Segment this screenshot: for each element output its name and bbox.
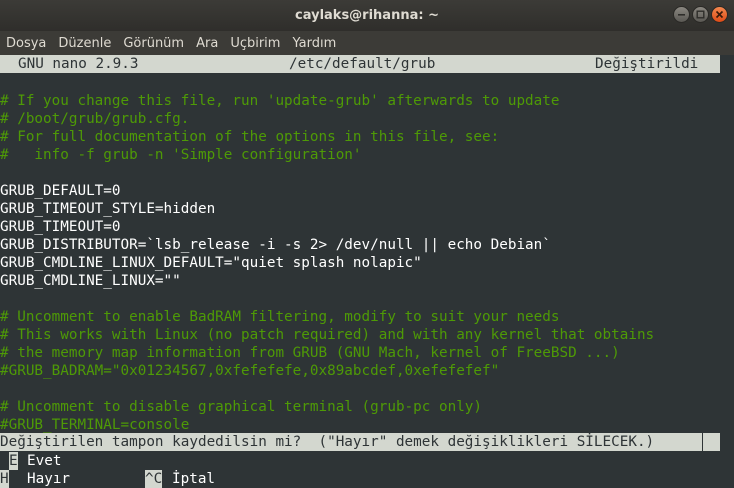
save-prompt: Değiştirilen tampon kaydedilsin mi? ("Ha…	[0, 433, 702, 451]
nano-status: Değiştirildi	[595, 56, 699, 72]
minimize-icon	[678, 14, 685, 16]
shortcut-label-cancel[interactable]: İptal	[172, 470, 215, 488]
answer-popup: Evet Hayır	[20, 452, 132, 488]
editor-line[interactable]: # Uncomment to disable graphical termina…	[0, 398, 482, 416]
editor-line[interactable]: # This works with Linux (no patch requir…	[0, 326, 654, 344]
menu-yardim[interactable]: Yardım	[286, 36, 342, 51]
menu-dosya[interactable]: Dosya	[0, 36, 52, 51]
menu-bar: Dosya Düzenle Görünüm Ara Uçbirim Yardım	[0, 31, 734, 55]
editor-line[interactable]: GRUB_CMDLINE_LINUX_DEFAULT="quiet splash…	[0, 254, 422, 272]
shortcut-key-cancel[interactable]: ^C	[145, 470, 163, 488]
maximize-button[interactable]	[692, 6, 709, 23]
editor-line[interactable]: #GRUB_BADRAM="0x01234567,0xfefefefe,0x89…	[0, 362, 499, 380]
menu-gorunum[interactable]: Görünüm	[117, 36, 190, 51]
terminal-window: caylaks@rihanna: ~ Dosya Düzenle Görünüm…	[0, 0, 734, 488]
editor-line[interactable]: # the memory map information from GRUB (…	[0, 344, 620, 362]
nano-header: GNU nano 2.9.3 /etc/default/grub Değişti…	[0, 55, 720, 73]
editor-line[interactable]: # Uncomment to enable BadRAM filtering, …	[0, 308, 559, 326]
option-hayir[interactable]: Hayır	[27, 470, 70, 488]
title-bar[interactable]: caylaks@rihanna: ~	[0, 0, 734, 31]
menu-duzenle[interactable]: Düzenle	[52, 36, 117, 51]
close-button[interactable]	[711, 6, 728, 23]
editor-line[interactable]: GRUB_DISTRIBUTOR=`lsb_release -i -s 2> /…	[0, 236, 551, 254]
editor-line[interactable]: # If you change this file, run 'update-g…	[0, 92, 559, 110]
editor-line[interactable]: # For full documentation of the options …	[0, 128, 499, 146]
nano-filename: /etc/default/grub	[289, 56, 436, 72]
editor-line[interactable]: GRUB_TIMEOUT_STYLE=hidden	[0, 200, 215, 218]
editor-line[interactable]: # /boot/grub/grub.cfg.	[0, 110, 189, 128]
editor-line[interactable]: # info -f grub -n 'Simple configuration'	[0, 146, 362, 164]
shortcut-key-yes[interactable]: E	[9, 452, 18, 470]
text-cursor	[703, 433, 720, 451]
option-evet[interactable]: Evet	[27, 452, 61, 470]
menu-ucbirim[interactable]: Uçbirim	[224, 36, 286, 51]
minimize-button[interactable]	[673, 6, 690, 23]
maximize-icon	[696, 10, 705, 19]
editor-line[interactable]: GRUB_DEFAULT=0	[0, 182, 121, 200]
editor-line[interactable]: GRUB_TIMEOUT=0	[0, 218, 121, 236]
nano-version: GNU nano 2.9.3	[18, 56, 139, 72]
editor-line[interactable]: #GRUB_TERMINAL=console	[0, 416, 189, 434]
close-icon	[715, 10, 724, 19]
shortcut-key-no[interactable]: H	[0, 470, 9, 488]
editor-line[interactable]: GRUB_CMDLINE_LINUX=""	[0, 272, 181, 290]
menu-ara[interactable]: Ara	[190, 36, 224, 51]
terminal-area[interactable]: GNU nano 2.9.3 /etc/default/grub Değişti…	[0, 55, 734, 488]
window-title: caylaks@rihanna: ~	[295, 8, 439, 23]
window-controls	[673, 6, 728, 23]
